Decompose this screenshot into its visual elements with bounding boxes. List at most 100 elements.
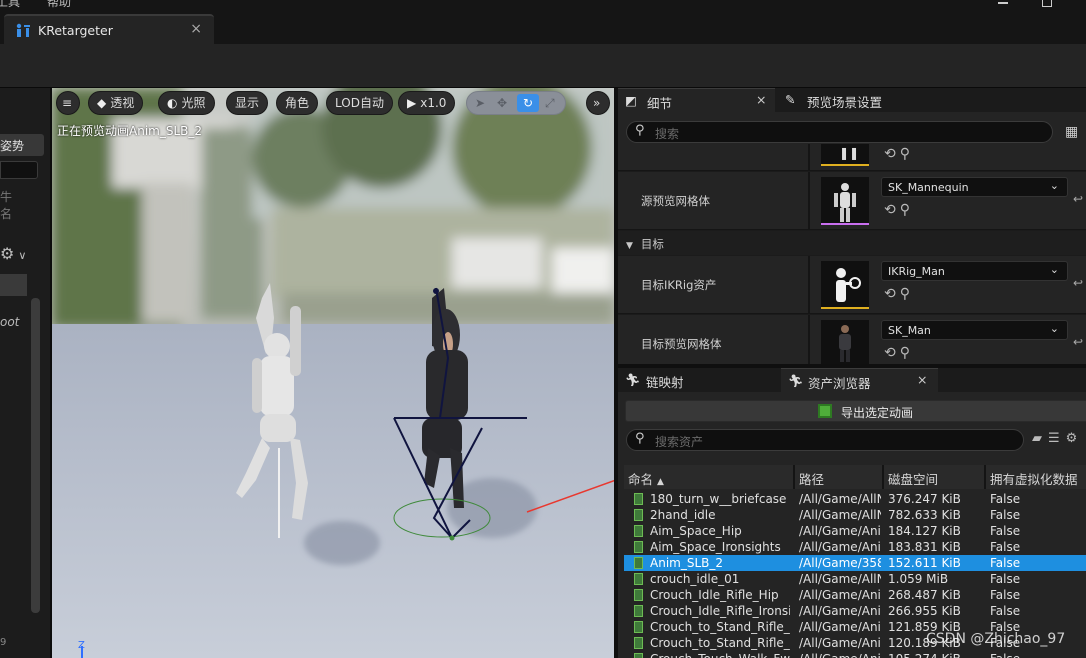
asset-path-cell: /All/Game/Ani: [799, 588, 881, 602]
source-preview-mesh-combo[interactable]: SK_Mannequin ⌄: [881, 177, 1068, 197]
close-details-tab-icon[interactable]: ×: [756, 92, 766, 107]
hierarchy-scrollbar[interactable]: [31, 298, 40, 613]
table-row[interactable]: Crouch_Touch_Walk_Fwd/All/Game/Ani 105.27…: [624, 651, 1086, 658]
table-row[interactable]: Anim_SLB_2/All/Game/358 152.611 KiB False: [624, 555, 1086, 571]
browse-use-icons[interactable]: ⟲⚲: [884, 146, 914, 162]
viewport-menu-button[interactable]: ≡: [56, 91, 80, 115]
expand-toolbar-button[interactable]: »: [586, 91, 610, 115]
tab-asset-browser-label: 资产浏览器: [808, 376, 871, 391]
animation-sequence-icon: [634, 525, 643, 537]
asset-path-cell: /All/Game/358: [799, 556, 881, 570]
table-row[interactable]: Crouch_Idle_Rifle_Hip/All/Game/Ani 268.48…: [624, 587, 1086, 603]
mannequin-thumbnail[interactable]: [821, 177, 869, 225]
tab-preview-scene-label: 预览场景设置: [807, 95, 883, 110]
export-selected-animations-button[interactable]: 导出选定动画: [625, 400, 1086, 422]
column-divider[interactable]: [984, 465, 986, 489]
hierarchy-root-item[interactable]: oot: [0, 315, 19, 329]
asset-name-cell: Crouch_to_Stand_Rifle_Ir: [650, 636, 790, 650]
maximize-icon[interactable]: [1042, 0, 1052, 7]
animation-sequence-icon: [634, 573, 643, 585]
asset-name-cell: Anim_SLB_2: [650, 556, 724, 570]
asset-virtualized-cell: False: [990, 524, 1021, 538]
details-tab-icon: ◩: [625, 93, 637, 108]
browse-use-icons[interactable]: ⟲⚲: [884, 286, 914, 302]
select-tool-icon[interactable]: ➤: [475, 92, 485, 114]
settings-icon[interactable]: ⚙: [1066, 431, 1084, 446]
preview-status-text: 正在预览动画Anim_SLB_2: [57, 124, 203, 138]
settings-gear-icon[interactable]: ⚙ ∨: [0, 244, 26, 263]
column-header-virtualized[interactable]: 拥有虚拟化数据: [990, 469, 1078, 488]
target-preview-mesh-row: 目标预览网格体 SK_Man ⌄ ⟲⚲ ↩: [618, 315, 1086, 364]
rotate-tool-icon[interactable]: ↻: [517, 94, 539, 112]
browse-use-icons[interactable]: ⟲⚲: [884, 202, 914, 218]
target-preview-mesh-label: 目标预览网格体: [641, 337, 722, 351]
reset-arrow-icon[interactable]: ↩: [1073, 276, 1083, 290]
pause-icon: ❚❚: [839, 146, 860, 160]
reset-arrow-icon[interactable]: ↩: [1073, 335, 1083, 349]
lit-button[interactable]: ◐ 光照: [158, 91, 215, 115]
table-row[interactable]: crouch_idle_01/All/Game/AllN 1.059 MiB Fal…: [624, 571, 1086, 587]
man-thumbnail[interactable]: [821, 320, 869, 364]
close-tab-icon[interactable]: ×: [190, 21, 202, 37]
filter-icon[interactable]: ☰: [1048, 431, 1066, 446]
pose-field[interactable]: [0, 161, 38, 179]
asset-size-cell: 268.487 KiB: [888, 588, 961, 602]
menu-help[interactable]: 帮助: [47, 0, 71, 10]
folder-icon[interactable]: ▰: [1032, 431, 1048, 446]
move-tool-icon[interactable]: ✥: [497, 92, 507, 114]
target-ikrig-combo[interactable]: IKRig_Man ⌄: [881, 261, 1068, 281]
table-row[interactable]: Aim_Space_Hip/All/Game/Ani 184.127 KiB Fal…: [624, 523, 1086, 539]
reset-arrow-icon[interactable]: ↩: [1073, 192, 1083, 206]
tab-preview-scene-settings[interactable]: ✎ 预览场景设置: [778, 88, 918, 112]
asset-path-cell: /All/Game/Ani: [799, 604, 881, 618]
lit-label: 光照: [181, 96, 206, 110]
table-row[interactable]: 2hand_idle/All/Game/AllN 782.633 KiB False: [624, 507, 1086, 523]
hierarchy-selected-row[interactable]: [0, 274, 27, 296]
asset-table-header: 命名 ▲ 路径 磁盘空间 拥有虚拟化数据: [624, 465, 1086, 489]
tab-details-label: 细节: [647, 96, 673, 111]
play-speed-button[interactable]: ▶ x1.0: [398, 91, 456, 115]
asset-path-cell: /All/Game/AllN: [799, 492, 881, 506]
scale-tool-icon[interactable]: ⤢: [545, 92, 555, 114]
tab-chain-mapping[interactable]: 🏃︎ 链映射: [618, 368, 778, 392]
target-preview-mesh-combo[interactable]: SK_Man ⌄: [881, 320, 1068, 340]
asset-search-input[interactable]: ⚲ 搜索资产: [626, 429, 1024, 451]
asset-name-cell: crouch_idle_01: [650, 572, 740, 586]
table-row[interactable]: Crouch_Idle_Rifle_Ironsig/All/Game/Ani 26…: [624, 603, 1086, 619]
ikrig-thumbnail[interactable]: [821, 261, 869, 309]
pose-button[interactable]: 姿势: [0, 134, 44, 156]
minimize-icon[interactable]: [998, 2, 1008, 4]
asset-browser-panel: 🏃︎ 链映射 🏃︎ 资产浏览器 × 导出选定动画 ⚲ 搜索资产 ▰☰⚙ 命名 ▲ …: [618, 368, 1086, 658]
column-divider[interactable]: [793, 465, 795, 489]
asset-virtualized-cell: False: [990, 651, 1080, 658]
tab-kretargeter[interactable]: KRetargeter ×: [4, 14, 214, 44]
menu-tools[interactable]: 工具: [0, 0, 20, 10]
tab-asset-browser[interactable]: 🏃︎ 资产浏览器 ×: [781, 368, 938, 392]
asset-virtualized-cell: False: [990, 604, 1021, 618]
preview-viewport[interactable]: ≡ ◆ 透视 ◐ 光照 显示 角色 LOD自动 ▶ x1.0 ➤ ✥ ↻ ⤢ » 正在…: [52, 88, 614, 658]
browse-use-icons[interactable]: ⟲⚲: [884, 345, 914, 361]
asset-name-cell: Crouch_to_Stand_Rifle_H: [650, 620, 790, 634]
asset-size-cell: 266.955 KiB: [888, 604, 961, 618]
asset-path-cell: /All/Game/Ani: [799, 524, 881, 538]
column-header-path[interactable]: 路径: [799, 469, 824, 488]
target-ikrig-value: IKRig_Man: [888, 265, 945, 278]
table-view-icon[interactable]: ▦: [1065, 124, 1078, 140]
target-section-header[interactable]: ▼ 目标: [618, 231, 1086, 255]
target-section-label: 目标: [640, 237, 664, 251]
column-header-name[interactable]: 命名 ▲: [628, 469, 664, 488]
table-row[interactable]: 180_turn_w__briefcase/All/Game/AllN 376.2…: [624, 491, 1086, 507]
details-search-input[interactable]: ⚲ 搜索: [626, 121, 1053, 143]
perspective-button[interactable]: ◆ 透视: [88, 91, 144, 115]
show-button[interactable]: 显示: [226, 91, 269, 115]
character-button[interactable]: 角色: [276, 91, 319, 115]
cube-icon: ◆: [97, 96, 107, 110]
column-header-disk-size[interactable]: 磁盘空间: [888, 469, 938, 488]
close-asset-browser-tab-icon[interactable]: ×: [917, 372, 927, 387]
chevron-down-icon: ⌄: [1049, 322, 1059, 335]
table-row[interactable]: Aim_Space_Ironsights/All/Game/Ani 183.831…: [624, 539, 1086, 555]
tab-details[interactable]: ◩ 细节 ×: [618, 88, 775, 112]
tab-title: KRetargeter: [38, 23, 113, 38]
column-divider[interactable]: [882, 465, 884, 489]
lod-button[interactable]: LOD自动: [326, 91, 393, 115]
